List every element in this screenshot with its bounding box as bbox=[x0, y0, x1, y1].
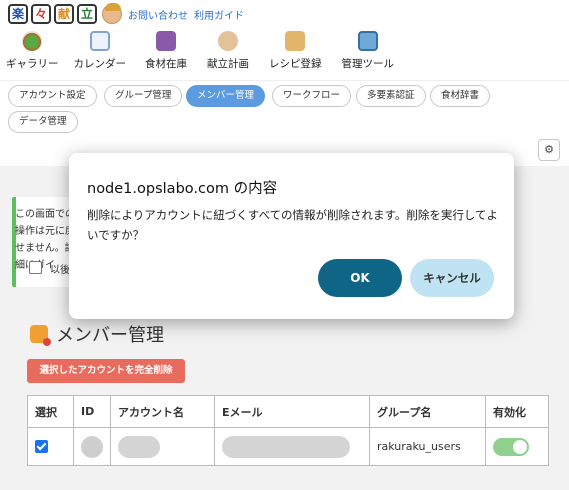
nav-label: 献立計画 bbox=[207, 58, 249, 70]
page-title: メンバー管理 bbox=[56, 325, 164, 346]
enabled-toggle[interactable] bbox=[493, 437, 529, 456]
logo-char: 楽 bbox=[8, 4, 28, 24]
col-header-account: アカウント名 bbox=[110, 395, 215, 428]
app-logo[interactable]: 楽 々 献 立 bbox=[8, 4, 97, 24]
row-select-checkbox[interactable] bbox=[35, 440, 48, 454]
tab-mfa[interactable]: 多要素認証 bbox=[356, 85, 426, 107]
calendar-icon bbox=[89, 31, 110, 51]
header-links: お問い合わせ 利用ガイド bbox=[128, 7, 244, 22]
cell-enabled bbox=[485, 427, 549, 466]
guide-link[interactable]: 利用ガイド bbox=[194, 7, 244, 22]
dialog-title: node1.opslabo.com の内容 bbox=[87, 181, 278, 197]
recipe-icon bbox=[285, 31, 306, 51]
admin-tool-icon bbox=[357, 31, 378, 51]
nav-label: 管理ツール bbox=[341, 58, 395, 70]
cancel-button[interactable]: キャンセル bbox=[410, 259, 494, 297]
tab-group-management[interactable]: グループ管理 bbox=[104, 85, 183, 107]
member-table: 選択 ID アカウント名 Eメール グループ名 有効化 rakuraku_use… bbox=[27, 395, 549, 466]
nav-item-plan[interactable]: 献立計画 bbox=[207, 31, 249, 71]
nav-label: カレンダー bbox=[73, 58, 127, 70]
col-header-enabled: 有効化 bbox=[485, 395, 549, 428]
cell-account bbox=[110, 427, 215, 466]
stock-icon bbox=[156, 31, 176, 51]
tab-ingredient-dictionary[interactable]: 食材辞書 bbox=[430, 85, 491, 107]
col-header-group: グループ名 bbox=[369, 395, 486, 428]
delete-selected-accounts-button[interactable]: 選択したアカウントを完全削除 bbox=[27, 359, 185, 383]
table-header-row: 選択 ID アカウント名 Eメール グループ名 有効化 bbox=[27, 395, 549, 428]
gallery-icon bbox=[22, 31, 43, 51]
top-header: 楽 々 献 立 お問い合わせ 利用ガイド ギャラリー カレンダー 食材在庫 献立… bbox=[0, 0, 569, 80]
nav-item-recipe[interactable]: レシピ登録 bbox=[269, 31, 322, 71]
col-header-email: Eメール bbox=[214, 395, 370, 428]
col-header-select: 選択 bbox=[27, 395, 74, 428]
cell-id bbox=[73, 427, 111, 466]
member-management-icon bbox=[30, 325, 51, 346]
page-title-area: メンバー管理 bbox=[30, 321, 164, 347]
main-nav: ギャラリー カレンダー 食材在庫 献立計画 レシピ登録 管理ツール bbox=[6, 31, 408, 71]
ok-button[interactable]: OK bbox=[318, 259, 402, 297]
table-row: rakuraku_users bbox=[27, 427, 549, 466]
logo-char: 献 bbox=[54, 4, 74, 24]
redacted-email bbox=[222, 435, 350, 458]
nav-item-stock[interactable]: 食材在庫 bbox=[145, 31, 187, 71]
nav-item-admin[interactable]: 管理ツール bbox=[341, 31, 395, 71]
info-check-label: 以後 bbox=[50, 265, 70, 276]
contact-link[interactable]: お問い合わせ bbox=[128, 7, 188, 22]
redacted-account-name bbox=[118, 435, 160, 458]
nav-item-calendar[interactable]: カレンダー bbox=[73, 31, 127, 71]
confirm-dialog: node1.opslabo.com の内容 削除によりアカウントに紐づくすべての… bbox=[69, 153, 514, 319]
info-checkbox[interactable] bbox=[29, 261, 42, 274]
redacted-id bbox=[81, 435, 103, 458]
cell-select bbox=[27, 427, 74, 466]
col-header-id: ID bbox=[73, 395, 111, 428]
plan-icon bbox=[218, 31, 238, 51]
logo-char: 立 bbox=[77, 4, 97, 24]
nav-label: ギャラリー bbox=[6, 58, 59, 70]
tab-workflow[interactable]: ワークフロー bbox=[272, 85, 352, 107]
dialog-message: 削除によりアカウントに紐づくすべての情報が削除されます。削除を実行してよいですか… bbox=[87, 208, 499, 242]
nav-item-gallery[interactable]: ギャラリー bbox=[6, 31, 59, 71]
nav-label: レシピ登録 bbox=[269, 58, 322, 70]
user-avatar-icon[interactable] bbox=[102, 3, 122, 24]
settings-gear-button[interactable]: ⚙ bbox=[538, 139, 560, 161]
cell-email bbox=[214, 427, 370, 466]
nav-label: 食材在庫 bbox=[145, 58, 187, 70]
tab-data-management[interactable]: データ管理 bbox=[8, 111, 78, 133]
tab-member-management[interactable]: メンバー管理 bbox=[186, 85, 266, 107]
tab-account-settings[interactable]: アカウント設定 bbox=[8, 85, 97, 107]
cell-group: rakuraku_users bbox=[369, 427, 486, 466]
logo-char: 々 bbox=[31, 4, 51, 24]
